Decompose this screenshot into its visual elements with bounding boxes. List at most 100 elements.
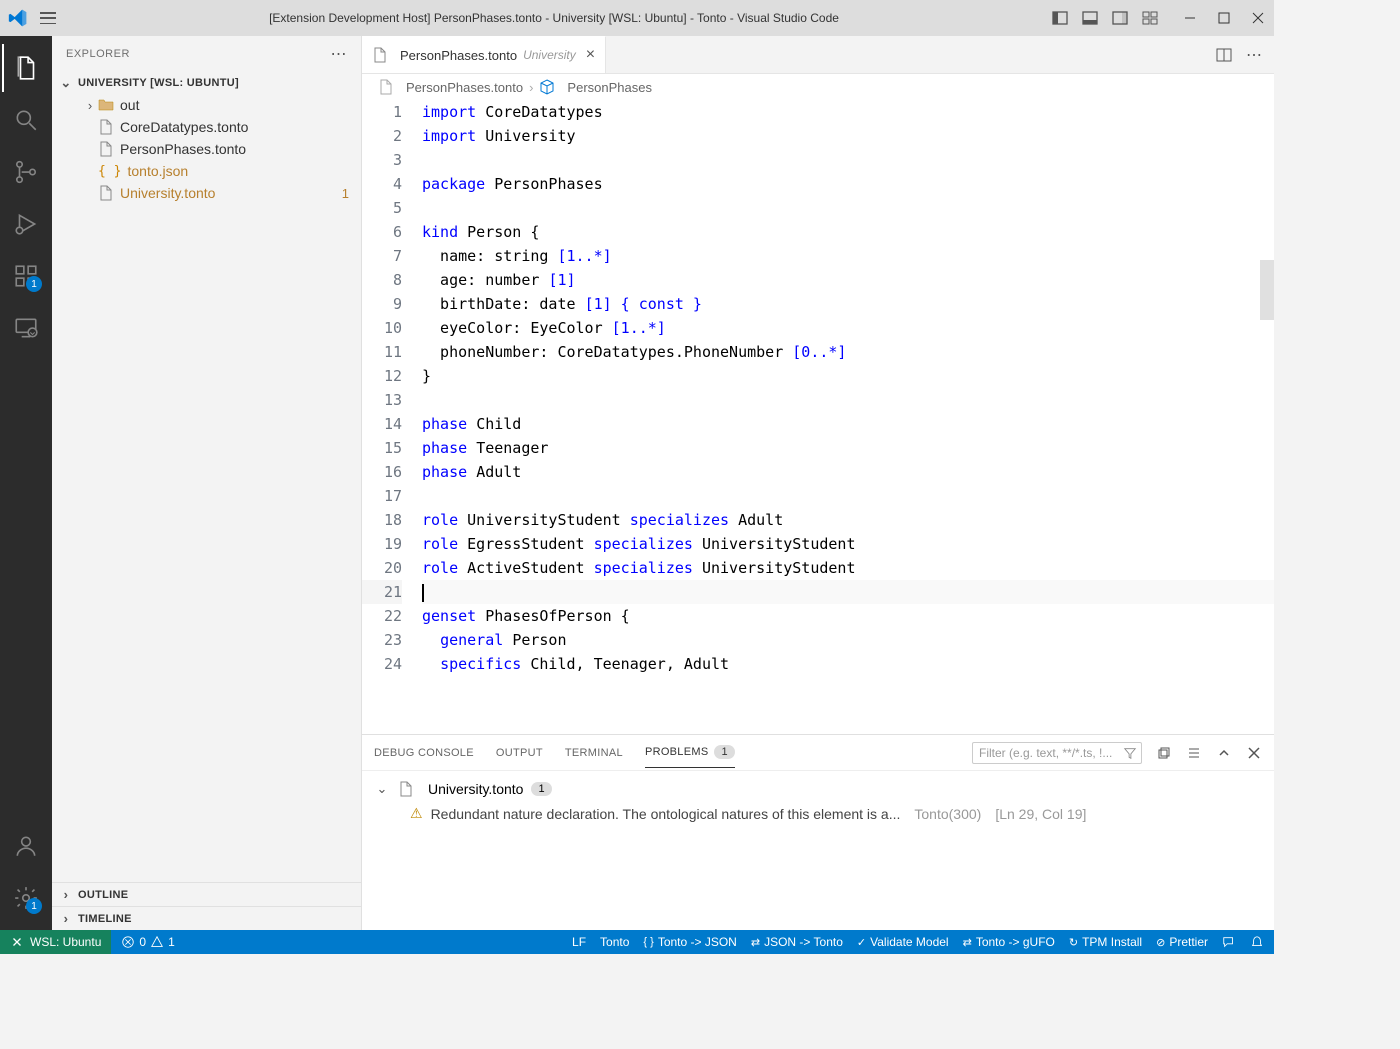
file-row[interactable]: { } tonto.json [52,160,361,182]
statusbar-action[interactable]: ⇄Tonto -> gUFO [963,935,1055,949]
eol-indicator[interactable]: LF [572,935,586,949]
minimap[interactable] [1260,100,1274,734]
layout-panel-icon[interactable] [1082,10,1098,26]
menu-icon[interactable] [40,12,56,24]
statusbar-action[interactable]: ⇄JSON -> Tonto [751,935,843,949]
errors-warnings[interactable]: 0 1 [121,935,174,949]
tab-debug-console[interactable]: DEBUG CONSOLE [374,739,474,767]
view-as-list-icon[interactable] [1186,745,1202,761]
tree-item-label: University.tonto [120,185,215,201]
close-icon[interactable] [1250,10,1266,26]
minimap-slider[interactable] [1260,260,1274,320]
file-icon [98,141,114,157]
chevron-right-icon: › [58,911,74,926]
statusbar: WSL: Ubuntu 0 1 LF Tonto { }Tonto -> JSO… [0,930,1274,954]
tab-close-icon[interactable]: × [586,46,595,64]
tab-desc: University [523,48,576,62]
package-icon [539,79,555,95]
tab-output[interactable]: OUTPUT [496,739,543,767]
file-icon [98,119,114,135]
filter-icon [1123,746,1137,760]
minimize-icon[interactable] [1182,10,1198,26]
file-icon [398,781,414,797]
extensions-tab[interactable]: 1 [2,252,50,300]
activitybar: 1 1 [0,36,52,930]
file-icon [378,79,394,95]
error-icon [121,935,135,949]
file-tree: › out CoreDatatypes.tonto PersonPhases.tont… [52,94,361,882]
remote-indicator[interactable]: WSL: Ubuntu [0,930,111,954]
file-row[interactable]: University.tonto 1 [52,182,361,204]
tab-problems[interactable]: PROBLEMS 1 [645,737,735,768]
customize-layout-icon[interactable] [1142,10,1158,26]
window-title: [Extension Development Host] PersonPhase… [56,11,1052,25]
statusbar-action[interactable]: ⊘Prettier [1156,935,1208,949]
search-tab[interactable] [2,96,50,144]
statusbar-action[interactable]: ↻TPM Install [1069,935,1142,949]
sidebar-title: EXPLORER [66,48,130,60]
debug-tab[interactable] [2,200,50,248]
sidebar: EXPLORER ⋯ ⌄ UNIVERSITY [WSL: UBUNTU] › o… [52,36,362,930]
panel: DEBUG CONSOLE OUTPUT TERMINAL PROBLEMS 1… [362,734,1274,930]
tree-item-label: out [120,97,139,113]
settings-icon[interactable]: 1 [2,874,50,922]
language-mode[interactable]: Tonto [600,935,629,949]
remote-icon [10,935,24,949]
more-actions-icon[interactable]: ⋯ [1246,45,1262,65]
tree-item-label: PersonPhases.tonto [120,141,246,157]
tree-item-badge: 1 [342,186,349,201]
warning-icon [150,935,164,949]
outline-section[interactable]: › OUTLINE [52,882,361,906]
editor-tab[interactable]: PersonPhases.tonto University × [362,36,606,73]
code-editor[interactable]: 123456789101112131415161718192021222324 … [362,100,1274,734]
tab-terminal[interactable]: TERMINAL [565,739,623,767]
vscode-logo-icon [8,8,28,28]
breadcrumb[interactable]: PersonPhases.tonto › PersonPhases [362,74,1274,100]
statusbar-action[interactable]: ✓Validate Model [857,935,949,949]
folder-header[interactable]: ⌄ UNIVERSITY [WSL: UBUNTU] [52,72,361,94]
explorer-tab[interactable] [2,44,50,92]
chevron-down-icon: ⌄ [374,781,390,797]
chevron-right-icon: › [58,887,74,902]
problem-file-row[interactable]: ⌄ University.tonto 1 [374,777,1262,801]
filter-input[interactable]: Filter (e.g. text, **/*.ts, !... [972,742,1142,764]
feedback-icon[interactable] [1222,935,1236,949]
problem-source: Tonto(300) [914,806,981,822]
chevron-right-icon: › [529,80,533,95]
chevron-up-icon[interactable] [1216,745,1232,761]
folder-icon [98,97,114,113]
tab-label: PersonPhases.tonto [400,48,517,63]
problem-message: Redundant nature declaration. The ontolo… [431,806,901,822]
scm-tab[interactable] [2,148,50,196]
chevron-down-icon: ⌄ [58,75,74,91]
editor-area: PersonPhases.tonto University × ⋯ Person… [362,36,1274,930]
maximize-icon[interactable] [1216,10,1232,26]
json-icon: { } [98,164,121,179]
bell-icon[interactable] [1250,935,1264,949]
account-icon[interactable] [2,822,50,870]
settings-badge: 1 [26,898,42,914]
file-icon [98,185,114,201]
more-actions-icon[interactable]: ⋯ [331,44,348,64]
layout-secondary-icon[interactable] [1112,10,1128,26]
folder-name: UNIVERSITY [WSL: UBUNTU] [78,77,239,89]
problem-location: [Ln 29, Col 19] [995,806,1086,822]
problems-count: 1 [714,745,734,759]
tree-item-label: tonto.json [127,163,188,179]
layout-primary-icon[interactable] [1052,10,1068,26]
file-row[interactable]: CoreDatatypes.tonto [52,116,361,138]
editor-tabs: PersonPhases.tonto University × ⋯ [362,36,1274,74]
problem-row[interactable]: ⚠ Redundant nature declaration. The onto… [374,801,1262,826]
folder-row[interactable]: › out [52,94,361,116]
split-editor-icon[interactable] [1216,47,1232,63]
file-row[interactable]: PersonPhases.tonto [52,138,361,160]
close-panel-icon[interactable] [1246,745,1262,761]
statusbar-action[interactable]: { }Tonto -> JSON [643,935,736,949]
remote-explorer-tab[interactable] [2,304,50,352]
collapse-all-icon[interactable] [1156,745,1172,761]
breadcrumb-file: PersonPhases.tonto [406,80,523,95]
timeline-section[interactable]: › TIMELINE [52,906,361,930]
breadcrumb-symbol: PersonPhases [567,80,652,95]
file-icon [372,47,388,63]
chevron-right-icon: › [82,98,98,113]
